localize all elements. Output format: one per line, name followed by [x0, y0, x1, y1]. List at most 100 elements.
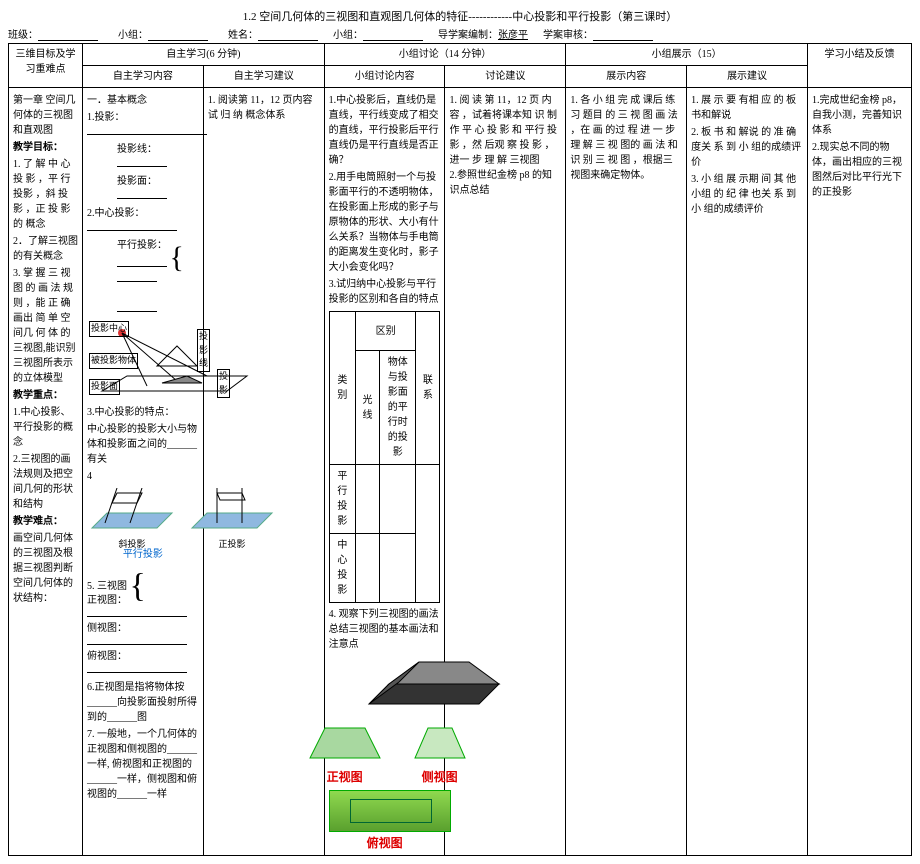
meta-line: 班级： 小组： 姓名： 小组： 导学案编制：张彦平 学案审核：: [8, 26, 912, 41]
oblique-figure: 斜投影: [87, 488, 177, 543]
blank: [87, 644, 187, 645]
row-center: 中心投影: [329, 534, 355, 603]
view-top: 俯视图：: [87, 651, 127, 662]
discuss-content-cell: 1.中心投影后，直线仍是直线，平行线变成了相交的直线，平行投影后平行直线仍是平行…: [324, 88, 445, 856]
item1a: 投影线：: [117, 144, 157, 155]
editor-name: 张彦平: [498, 26, 528, 41]
summary-s2: 2.现实总不同的物体，画出相应的三视图然后对比平行光下的正投影: [812, 140, 907, 200]
diagram-center-label: 投影中心: [89, 321, 129, 337]
side-view-block: 侧视图: [410, 723, 470, 786]
th-relation: 物体与投影面的平行时的投影: [380, 351, 416, 465]
discuss-suggest-text: 1. 阅 读 第 11，12 页 内 容 ，试着将课本知 识 制 作 平 心 投…: [449, 93, 561, 198]
blank: [87, 672, 187, 673]
review-blank: [593, 30, 653, 41]
projection-figures: 斜投影 正投影: [87, 488, 199, 543]
class-label: 班级：: [8, 26, 38, 41]
summary-cell: 1.完成世纪金榜 p8，自我小测，完善知识体系 2.现实总不同的物体，画出相应的…: [808, 88, 912, 856]
discuss-suggest-header: 讨论建议: [445, 66, 566, 88]
row-parallel: 平行投影: [329, 465, 355, 534]
name-blank: [258, 30, 318, 41]
diagram-object-label: 被投影物体: [89, 353, 138, 369]
d1: 1.中心投影后，直线仍是直线，平行线变成了相交的直线，平行投影后平行直线仍是平行…: [329, 93, 441, 168]
item6: 6.正视图是指将物体按______向投影面投射所得到的______图: [87, 680, 199, 725]
discuss-content-header: 小组讨论内容: [324, 66, 445, 88]
blank: [117, 281, 157, 282]
blank: [117, 166, 167, 167]
top-view-shape: [329, 790, 451, 832]
show-s1: 1. 展 示 要 有相 应 的 板 书和解说: [691, 93, 803, 123]
show-content-header: 展示内容: [566, 66, 687, 88]
discuss-header: 小组讨论（14 分钟）: [324, 44, 566, 66]
suggest1: 1. 阅读第 11，12 页内容 试 归 纳 概念体系: [208, 93, 320, 123]
item4: 4: [87, 469, 199, 484]
cell: [355, 534, 379, 603]
th-link: 联系: [416, 312, 440, 465]
diagram-plane-label: 投影面: [89, 379, 120, 395]
page-title: 1.2 空间几何体的三视图和直观图几何体的特征------------中心投影和…: [8, 8, 912, 24]
focus1: 1.中心投影、平行投影的概念: [13, 405, 78, 450]
chapter: 第一章 空间几何体的三视图和直观图: [13, 93, 78, 138]
cell: [380, 465, 416, 534]
sub-blank: [363, 30, 423, 41]
threeview-figure: 正视图 侧视图 俯视图: [329, 654, 441, 852]
selfstudy-header: 自主学习(6 分钟): [83, 44, 325, 66]
item2a: 平行投影：: [117, 240, 167, 251]
summary-s1: 1.完成世纪金榜 p8，自我小测，完善知识体系: [812, 93, 907, 138]
main-layout-table: 三维目标及学习重难点 自主学习(6 分钟) 小组讨论（14 分钟） 小组展示（1…: [8, 43, 912, 856]
group-label: 小组：: [118, 26, 148, 41]
show-s2: 2. 板 书 和 解说 的 准 确 度关 系 到 小 组的成绩评价: [691, 125, 803, 170]
focus-title: 教学重点：: [13, 390, 63, 401]
show-s3: 3. 小 组 展 示期 间 其 他 小组 的 纪 律 也关 系 到 小 组的成绩…: [691, 172, 803, 217]
show-suggest-cell: 1. 展 示 要 有相 应 的 板 书和解说 2. 板 书 和 解说 的 准 确…: [687, 88, 808, 856]
selfstudy-content-cell: 一．基本概念 1.投影： 投影线： 投影面： 2.中心投影： 平行投影： {: [83, 88, 204, 856]
front-view-label: 正视图: [300, 768, 390, 786]
goal3: 3. 掌 握 三 视图 的 画 法 规则 ，能 正 确 画出 简 单 空 间几 …: [13, 266, 78, 386]
goal-title: 教学目标：: [13, 142, 63, 153]
item5: 5. 三视图: [87, 581, 127, 592]
view-front: 正视图：: [87, 595, 127, 606]
name-label: 姓名：: [228, 26, 258, 41]
d3: 3.试归纳中心投影与平行投影的区别和各自的特点: [329, 277, 441, 307]
cell: [380, 534, 416, 603]
sec1: 一．基本概念: [87, 93, 199, 108]
solid-shape: [329, 654, 519, 714]
cell: [416, 465, 440, 603]
blank: [117, 266, 167, 267]
show-header: 小组展示（15）: [566, 44, 808, 66]
goal2: 2．了解三视图的有关概念: [13, 234, 78, 264]
show-suggest-header: 展示建议: [687, 66, 808, 88]
front-view-block: 正视图: [300, 723, 390, 786]
blank: [87, 134, 207, 135]
item1: 1.投影：: [87, 112, 125, 123]
blank: [87, 230, 177, 231]
side-view-label: 侧视图: [410, 768, 470, 786]
selfstudy-suggest-header: 自主学习建议: [203, 66, 324, 88]
goal1: 1. 了 解 中 心投 影 ，平 行 投影 ，斜 投 影 ，正 投 影 的 概念: [13, 157, 78, 232]
item1b: 投影面：: [117, 176, 157, 187]
show-content-text: 1. 各 小 组 完 成 课后 练 习 题目 的 三 视 图 画 法 ，在 画 …: [570, 93, 682, 183]
blank: [117, 311, 157, 312]
focus2: 2.三视图的画法规则及把空间几何的形状和结构: [13, 452, 78, 512]
top-view-block: 俯视图: [329, 790, 441, 852]
group-blank: [148, 30, 208, 41]
d4: 4. 观察下列三视图的画法总结三视图的基本画法和注意点: [329, 607, 441, 652]
view-side: 侧视图：: [87, 623, 127, 634]
objectives-cell: 第一章 空间几何体的三视图和直观图 教学目标： 1. 了 解 中 心投 影 ，平…: [9, 88, 83, 856]
show-content-cell: 1. 各 小 组 完 成 课后 练 习 题目 的 三 视 图 画 法 ，在 画 …: [566, 88, 687, 856]
top-view-label: 俯视图: [329, 834, 441, 852]
hard-text: 画空间几何体的三视图及根据三视图判断空间几何体的状结构：: [13, 531, 78, 606]
editor-label: 导学案编制：: [438, 26, 498, 41]
ortho-label: 正投影: [187, 538, 277, 552]
summary-header: 学习小结及反馈: [808, 44, 912, 88]
item7: 7. 一般地，一个几何体的正视图和侧视图的______一样, 俯视图和正视图的_…: [87, 727, 199, 802]
diagram-shadow-label: 投影: [217, 369, 230, 398]
item2: 2.中心投影：: [87, 208, 145, 219]
item3-text: 中心投影的投影大小与物体和投影面之间的______有关: [87, 422, 199, 467]
diagram-line-label: 投影线: [197, 329, 210, 372]
ortho-figure: 正投影: [187, 488, 277, 543]
hard-title: 教学难点：: [13, 516, 63, 527]
objectives-header: 三维目标及学习重难点: [9, 44, 83, 88]
th-diff: 区别: [355, 312, 415, 351]
review-label: 学案审核：: [543, 26, 593, 41]
sub-label: 小组：: [333, 26, 363, 41]
